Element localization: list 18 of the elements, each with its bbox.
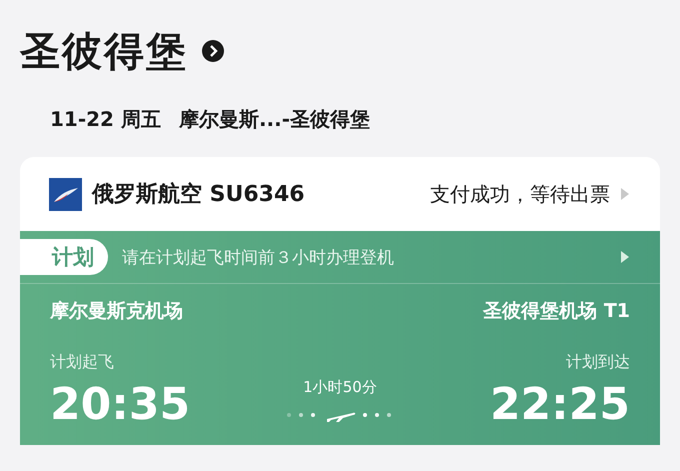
departure-airport: 摩尔曼斯克机场 xyxy=(50,299,183,324)
arrival-time: 22:25 xyxy=(490,383,630,427)
triangle-right-icon[interactable] xyxy=(620,250,630,264)
checkin-notice: 请在计划起飞时间前３小时办理登机 xyxy=(122,246,395,268)
departure-time: 20:35 xyxy=(50,383,190,427)
trip-date: 11-22 周五 xyxy=(50,106,161,133)
triangle-right-icon[interactable] xyxy=(620,187,630,201)
flight-duration: 1小时50分 xyxy=(303,378,377,397)
trip-route: 摩尔曼斯...-圣彼得堡 xyxy=(178,106,370,133)
order-status[interactable]: 支付成功，等待出票 xyxy=(430,180,610,208)
arrival-label: 计划到达 xyxy=(566,352,630,373)
arrival-airport: 圣彼得堡机场 T1 xyxy=(483,299,630,324)
airline-flight: 俄罗斯航空 SU6346 xyxy=(92,181,306,209)
plan-badge: 计划 xyxy=(20,239,108,275)
chevron-circle-icon[interactable] xyxy=(202,40,224,62)
departure-label: 计划起飞 xyxy=(50,352,114,373)
city-title: 圣彼得堡 xyxy=(20,28,188,76)
airline-logo-icon xyxy=(49,178,82,210)
